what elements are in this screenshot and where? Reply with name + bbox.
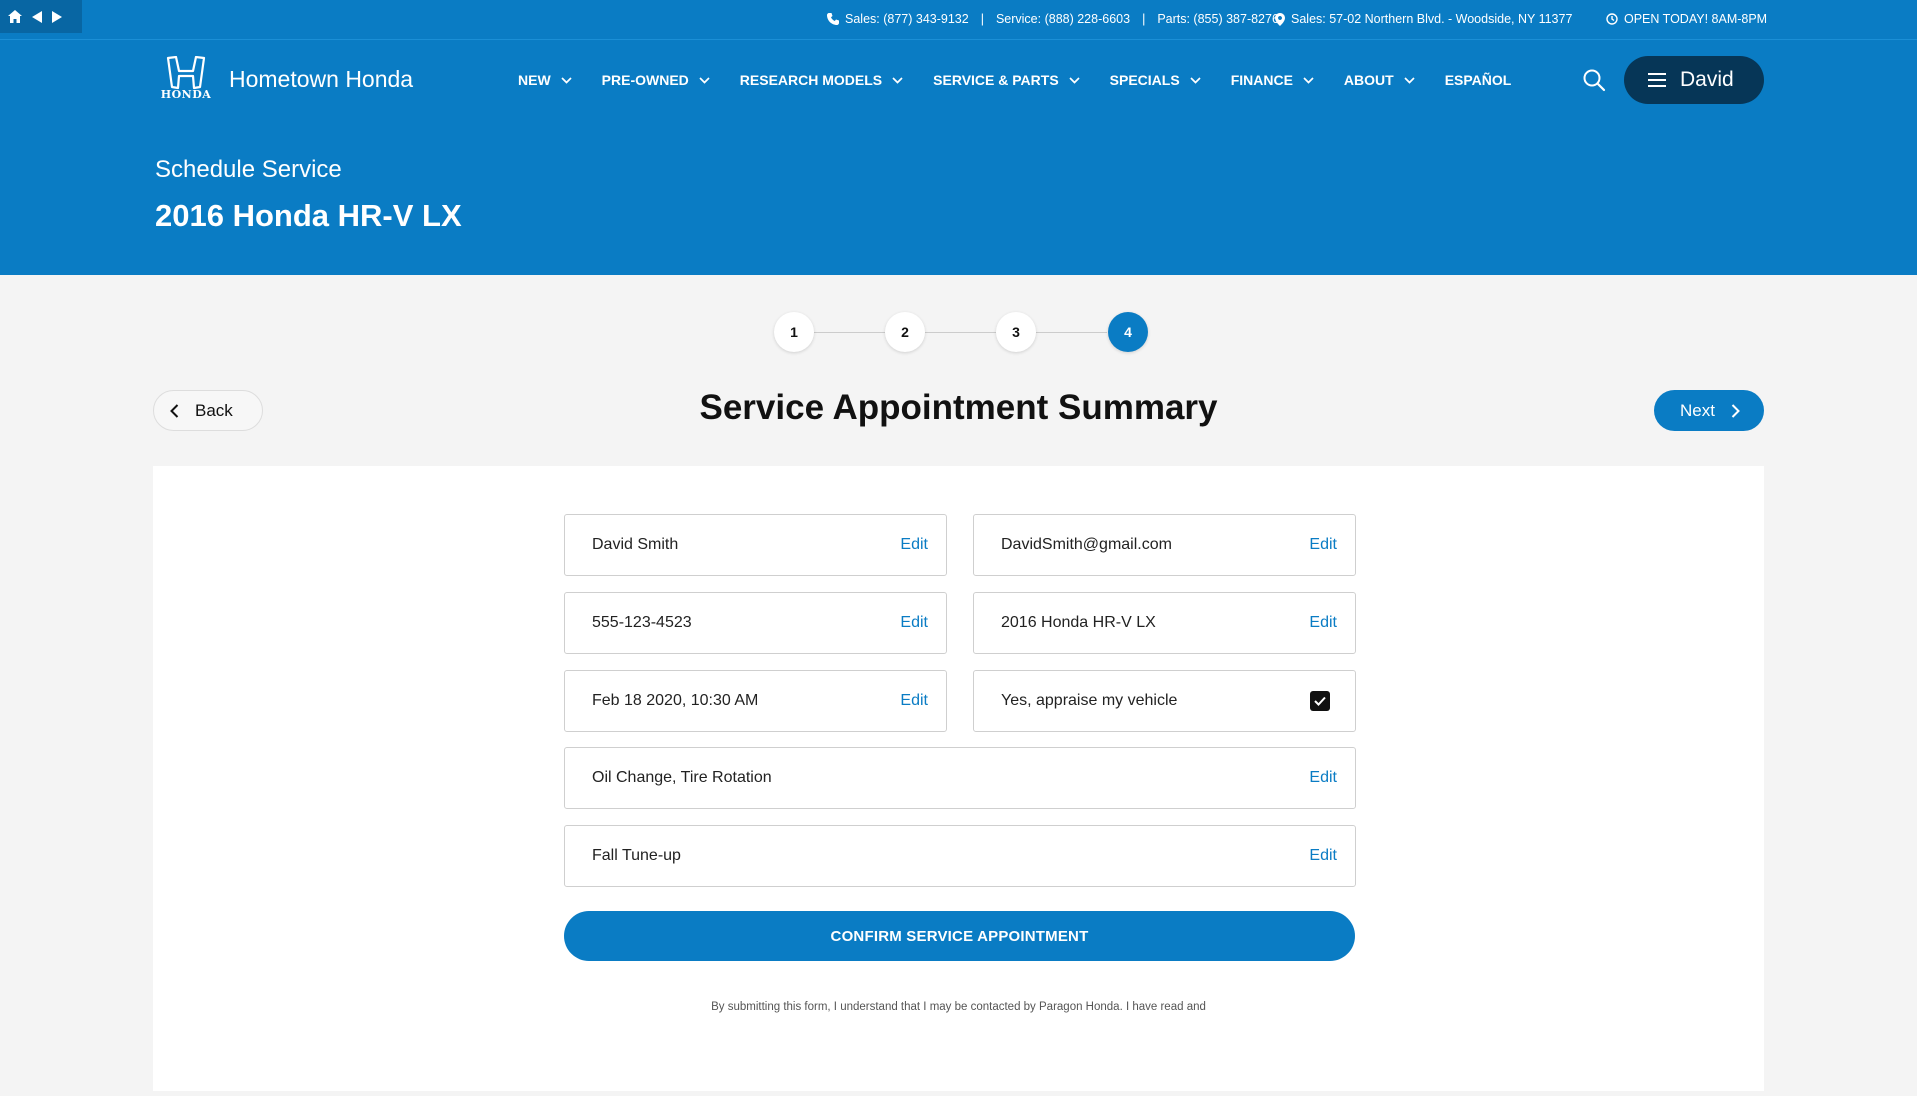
step-3[interactable]: 3 [996,312,1036,352]
chevron-down-icon [1303,76,1314,84]
honda-logo[interactable]: HONDA [154,55,218,102]
package-value: Fall Tune-up [592,847,681,864]
step-1[interactable]: 1 [774,312,814,352]
nav-label: SPECIALS [1109,72,1180,88]
appraise-checkbox[interactable] [1310,691,1330,711]
next-label: Next [1680,400,1715,420]
phone-field: 555-123-4523 Edit [564,592,947,654]
parts-phone-link[interactable]: Parts: (855) 387-8276 [1157,12,1279,26]
confirm-appointment-button[interactable]: CONFIRM SERVICE APPOINTMENT [564,911,1355,961]
chevron-down-icon [892,76,903,84]
next-button[interactable]: Next [1654,390,1764,431]
forward-arrow-icon[interactable] [52,10,62,23]
clock-icon [1606,13,1618,25]
phone-value: 555-123-4523 [592,614,692,631]
nav-label: RESEARCH MODELS [739,72,883,88]
nav-finance[interactable]: FINANCE [1231,72,1314,88]
service-phone-link[interactable]: Service: (888) 228-6603 [996,12,1130,26]
nav-about[interactable]: ABOUT [1344,72,1415,88]
honda-h-icon [166,55,206,90]
chevron-down-icon [561,76,572,84]
services-value: Oil Change, Tire Rotation [592,769,772,786]
edit-phone-link[interactable]: Edit [900,614,928,632]
nav-label: PRE-OWNED [601,72,689,88]
phone-numbers: Sales: (877) 343-9132 | Service: (888) 2… [827,12,1279,26]
appraise-field: Yes, appraise my vehicle [973,670,1356,732]
phone-icon [827,13,839,25]
chevron-down-icon [699,76,710,84]
edit-package-link[interactable]: Edit [1309,847,1337,865]
step-4[interactable]: 4 [1108,312,1148,352]
user-name: David [1680,68,1734,91]
nav-service-parts[interactable]: SERVICE & PARTS [933,72,1080,88]
site-name[interactable]: Hometown Honda [229,66,413,93]
hours-link[interactable]: OPEN TODAY! 8AM-8PM [1624,12,1767,26]
separator: | [980,12,984,26]
home-icon[interactable] [8,10,22,23]
search-icon[interactable] [1582,68,1610,96]
vehicle-field: 2016 Honda HR-V LX Edit [973,592,1356,654]
chevron-down-icon [1404,76,1415,84]
hours: OPEN TODAY! 8AM-8PM [1606,12,1767,26]
edit-name-link[interactable]: Edit [900,536,928,554]
nav-new[interactable]: NEW [518,72,572,88]
edit-services-link[interactable]: Edit [1309,769,1337,787]
nav-label: FINANCE [1230,72,1293,88]
nav-specials[interactable]: SPECIALS [1110,72,1201,88]
step-connector [1036,332,1107,333]
page-subtitle: Schedule Service [155,156,342,183]
services-field: Oil Change, Tire Rotation Edit [564,747,1356,809]
vehicle-value: 2016 Honda HR-V LX [1001,614,1156,631]
sales-phone-link[interactable]: Sales: (877) 343-9132 [845,12,969,26]
back-arrow-icon[interactable] [32,10,42,23]
email-field: DavidSmith@gmail.com Edit [973,514,1356,576]
disclaimer-text: By submitting this form, I understand th… [711,1001,1206,1013]
site-header: HONDA Hometown Honda NEW PRE-OWNED RESEA… [0,40,1917,275]
checkmark-icon [1314,696,1326,706]
hamburger-menu-icon [1648,73,1666,87]
chevron-down-icon [1069,76,1080,84]
nav-label: ESPAÑOL [1444,72,1512,88]
summary-title: Service Appointment Summary [699,388,1218,427]
name-field: David Smith Edit [564,514,947,576]
location-pin-icon [1275,12,1285,26]
browser-controls [0,0,82,33]
step-connector [925,332,996,333]
nav-label: SERVICE & PARTS [933,72,1059,88]
progress-stepper: 1 2 3 4 [774,312,1148,352]
nav-label: ABOUT [1343,72,1394,88]
name-value: David Smith [592,536,679,553]
address: Sales: 57-02 Northern Blvd. - Woodside, … [1275,12,1572,26]
page-title: 2016 Honda HR-V LX [155,198,462,233]
step-2[interactable]: 2 [885,312,925,352]
user-menu-button[interactable]: David [1624,56,1764,104]
chevron-right-icon [1731,403,1740,418]
appraise-label: Yes, appraise my vehicle [1001,692,1178,709]
edit-vehicle-link[interactable]: Edit [1309,614,1337,632]
chevron-down-icon [1190,76,1201,84]
nav-pre-owned[interactable]: PRE-OWNED [602,72,710,88]
logo-wordmark: HONDA [160,88,212,101]
nav-espanol[interactable]: ESPAÑOL [1445,72,1512,88]
datetime-field: Feb 18 2020, 10:30 AM Edit [564,670,947,732]
email-value: DavidSmith@gmail.com [1001,536,1172,553]
address-link[interactable]: Sales: 57-02 Northern Blvd. - Woodside, … [1291,12,1572,26]
step-connector [814,332,885,333]
edit-email-link[interactable]: Edit [1309,536,1337,554]
separator: | [1142,12,1146,26]
main-nav: NEW PRE-OWNED RESEARCH MODELS SERVICE & … [518,72,1511,88]
nav-label: NEW [518,72,551,88]
edit-datetime-link[interactable]: Edit [900,692,928,710]
datetime-value: Feb 18 2020, 10:30 AM [592,692,759,709]
nav-research-models[interactable]: RESEARCH MODELS [740,72,903,88]
top-utility-bar: Sales: (877) 343-9132 | Service: (888) 2… [0,0,1917,40]
package-field: Fall Tune-up Edit [564,825,1356,887]
